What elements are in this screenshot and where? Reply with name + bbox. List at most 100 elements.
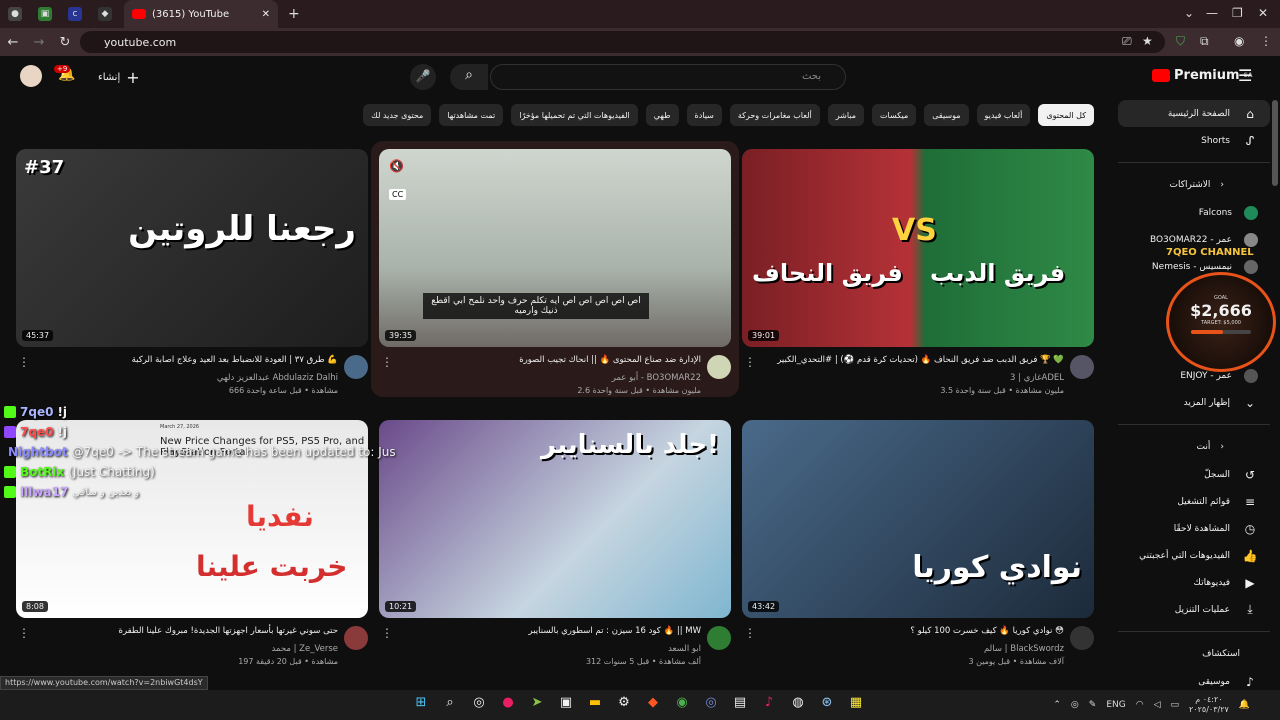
video-card[interactable]: CC 🔇 اص اص اص اص اص ايه تكلم حرف واحد نل… [371, 141, 739, 403]
video-title[interactable]: حتى سوني غيرتها بأسعار اجهزتها الجديدة! … [38, 626, 338, 636]
chip[interactable]: الفيديوهات التي تم تحميلها مؤخرًا [511, 104, 638, 126]
obs-icon[interactable]: ◍ [785, 695, 811, 715]
tab-search-icon[interactable]: ⌄ [1184, 6, 1194, 20]
notifications-icon[interactable]: 🔔 [1239, 700, 1250, 710]
channel-name[interactable]: غازي | 3ADEL [1010, 373, 1064, 383]
channel-name[interactable]: سالم | BlackSwordz [984, 644, 1064, 654]
new-tab-icon[interactable]: + [288, 6, 300, 22]
more-options-icon[interactable]: ⋮ [381, 626, 393, 640]
video-card[interactable]: جلد بالسنايبر! 10:21 كود 16 سيزن : تم اس… [379, 420, 731, 674]
channel-avatar[interactable] [707, 355, 731, 379]
pinned-tab[interactable]: ▣ [30, 0, 60, 28]
close-window-icon[interactable]: ✕ [1258, 6, 1268, 20]
sidebar-item-home[interactable]: الصفحة الرئيسية ⌂ [1118, 100, 1270, 127]
bookmark-star-icon[interactable]: ★ [1142, 34, 1153, 48]
language-indicator[interactable]: ENG [1106, 700, 1125, 710]
windows-start-icon[interactable]: ⊞ [408, 695, 434, 715]
video-thumbnail[interactable]: فريق النحاف فريق الدبب VS 39:01 [742, 149, 1094, 347]
channel-avatar[interactable] [344, 355, 368, 379]
volume-icon[interactable]: ◁ [1154, 700, 1161, 710]
video-thumbnail[interactable]: CC 🔇 اص اص اص اص اص ايه تكلم حرف واحد نل… [379, 149, 731, 347]
more-options-icon[interactable]: ⋮ [18, 626, 30, 640]
pinned-tab[interactable]: ◆ [90, 0, 120, 28]
more-options-icon[interactable]: ⋮ [744, 355, 756, 369]
sidebar-item-your-videos[interactable]: فيديوهاتك ▶ [1118, 569, 1270, 596]
search-icon[interactable]: ⌕ [437, 695, 463, 715]
sidebar-item-downloads[interactable]: عمليات التنزيل ⤓ [1118, 596, 1270, 623]
url-field[interactable]: youtube.com [80, 31, 1165, 53]
app-icon[interactable]: ➤ [524, 695, 550, 715]
more-options-icon[interactable]: ⋮ [18, 355, 30, 369]
tray-app-icon[interactable]: ◎ [1071, 700, 1079, 710]
video-title[interactable]: الإدارة ضد صناع المحتوى 🔥 || انحاك تجيب … [401, 355, 701, 365]
chip[interactable]: مباشر [827, 104, 865, 126]
steam-icon[interactable]: ⊛ [814, 695, 840, 715]
chrome-icon[interactable]: ◉ [669, 695, 695, 715]
pinned-tab[interactable]: ● [0, 0, 30, 28]
subscriptions-header[interactable]: الاشتراكات › [1118, 171, 1270, 199]
forward-icon[interactable]: → [26, 35, 52, 50]
microphone-icon[interactable]: 🎤 [410, 64, 436, 90]
video-card[interactable]: نوادي كوريا 43:42 نوادي كوريا 🔥 كيف خسرت… [742, 420, 1094, 674]
video-thumbnail[interactable]: نوادي كوريا 43:42 [742, 420, 1094, 618]
more-options-icon[interactable]: ⋮ [381, 355, 393, 369]
avatar[interactable] [20, 65, 42, 87]
active-tab[interactable]: (3615) YouTube ✕ [124, 0, 278, 28]
clock[interactable]: ٠٤:٢٠ م ٢٠٢٥/٠٣/٢٧ [1189, 695, 1229, 715]
battery-icon[interactable]: ▭ [1171, 700, 1180, 710]
more-options-icon[interactable]: ⋮ [744, 626, 756, 640]
settings-icon[interactable]: ⚙ [611, 695, 637, 715]
channel-name[interactable]: ابو السعد [668, 644, 701, 654]
search-input[interactable]: بحث [490, 64, 846, 90]
channel-avatar[interactable] [1070, 626, 1094, 650]
chip[interactable]: ألعاب فيديو [976, 104, 1031, 126]
scrollbar[interactable] [1272, 100, 1278, 186]
app-icon[interactable]: ▣ [553, 695, 579, 715]
tray-chevron-icon[interactable]: ⌃ [1053, 700, 1061, 710]
app-icon[interactable]: ♪ [756, 695, 782, 715]
shield-extension-icon[interactable]: ⛉ [1176, 34, 1185, 49]
reload-icon[interactable]: ↻ [52, 35, 78, 50]
chip[interactable]: طهي [645, 104, 679, 126]
sidebar-item-watch-later[interactable]: المشاهدة لاحقًا ◷ [1118, 515, 1270, 542]
pinned-tab[interactable]: c [60, 0, 90, 28]
app-icon[interactable]: ▦ [843, 695, 869, 715]
sidebar-item-liked[interactable]: الفيديوهات التي أعجبتني 👍 [1118, 542, 1270, 569]
video-title[interactable]: فريق الدبب ضد فريق النحاف 🔥 (تحديات كرة … [764, 355, 1064, 365]
sidebar-item-shorts[interactable]: Shorts ᔑ [1118, 127, 1270, 154]
sidebar-item-sub[interactable]: Falcons [1118, 199, 1270, 226]
chip[interactable]: موسيقى [924, 104, 969, 126]
close-tab-icon[interactable]: ✕ [262, 9, 270, 20]
back-icon[interactable]: ← [0, 35, 26, 50]
cast-icon[interactable]: ⎚ [1122, 34, 1132, 49]
sidebar-item-playlists[interactable]: قوائم التشغيل ≡ [1118, 488, 1270, 515]
sidebar-item-history[interactable]: السجلّ ↺ [1118, 461, 1270, 488]
folder-icon[interactable]: ▬ [582, 695, 608, 715]
chip[interactable]: كل المحتوى [1038, 104, 1094, 126]
channel-avatar[interactable] [344, 626, 368, 650]
discord-icon[interactable]: ◎ [698, 695, 724, 715]
cc-icon[interactable]: CC [389, 189, 407, 200]
video-thumbnail[interactable]: #37 رجعنا للروتين 45:37 [16, 149, 368, 347]
chip[interactable]: محتوى جديد لك [363, 104, 432, 126]
video-title[interactable]: طرق ٣٧ | العودة للانضباط بعد العيد وعلاج… [38, 355, 338, 365]
channel-name[interactable]: محمد | Ze_Verse [271, 644, 338, 654]
video-card[interactable]: #37 رجعنا للروتين 45:37 طرق ٣٧ | العودة … [16, 149, 368, 403]
search-icon[interactable]: ⌕ [450, 64, 488, 90]
channel-name[interactable]: أبو عمر - BO3OMAR22 [612, 373, 701, 383]
mute-icon[interactable]: 🔇 [389, 159, 404, 173]
wifi-icon[interactable]: ◠ [1136, 700, 1144, 710]
extensions-icon[interactable]: ⧉ [1200, 34, 1209, 49]
hamburger-menu-icon[interactable]: ☰ [1238, 66, 1252, 85]
video-title[interactable]: نوادي كوريا 🔥 كيف خسرت 100 كيلو ؟ 😳 [764, 626, 1064, 636]
tray-app-icon[interactable]: ✎ [1089, 700, 1097, 710]
chip[interactable]: ميكسات [872, 104, 917, 126]
channel-avatar[interactable] [707, 626, 731, 650]
video-thumbnail[interactable]: جلد بالسنايبر! 10:21 [379, 420, 731, 618]
browser-menu-icon[interactable]: ⋮ [1260, 34, 1272, 48]
brave-icon[interactable]: ◆ [640, 695, 666, 715]
video-title[interactable]: كود 16 سيزن : تم اسطوري بالسنايبر 🔥 || M… [401, 626, 701, 636]
chip[interactable]: تمت مشاهدتها [439, 104, 504, 126]
minimize-icon[interactable]: — [1206, 6, 1218, 20]
create-button[interactable]: إنشاء + [98, 68, 140, 87]
